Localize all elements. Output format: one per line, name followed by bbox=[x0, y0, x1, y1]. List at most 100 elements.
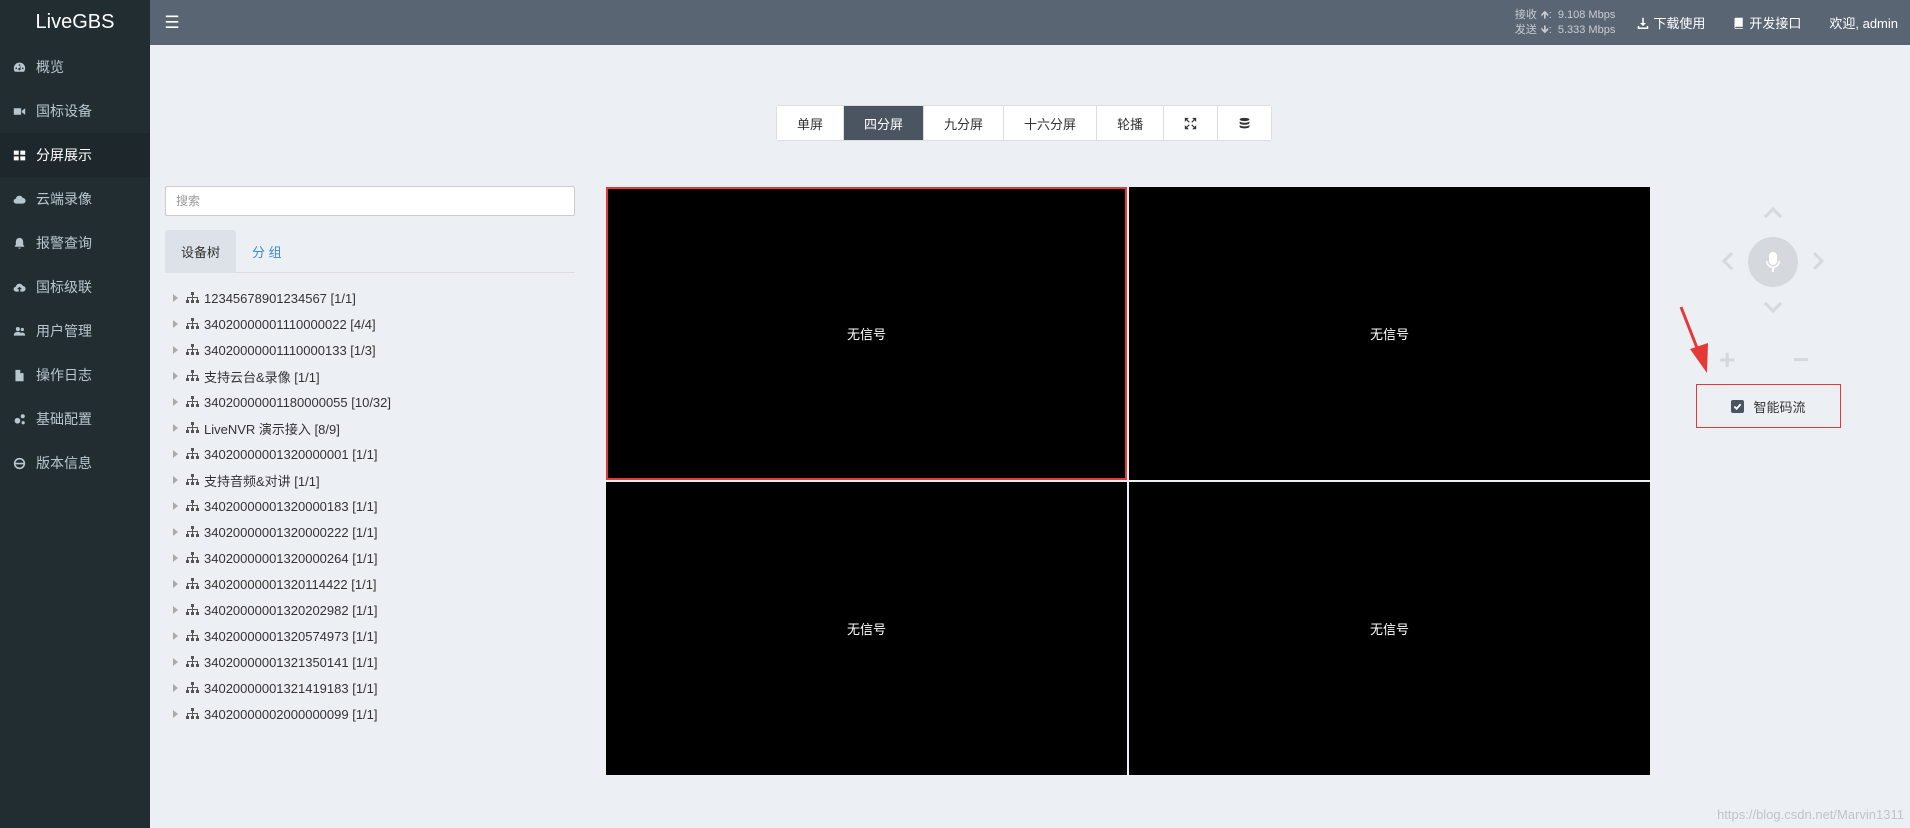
video-cell[interactable]: 无信号 bbox=[1129, 482, 1650, 775]
tree-node[interactable]: 12345678901234567 [1/1] bbox=[173, 285, 391, 311]
app-logo[interactable]: LiveGBS bbox=[0, 0, 150, 45]
globe-icon bbox=[12, 456, 26, 470]
caret-right-icon[interactable] bbox=[173, 450, 178, 458]
sitemap-icon bbox=[186, 682, 199, 694]
nine-screen-button[interactable]: 九分屏 bbox=[924, 106, 1005, 140]
caret-right-icon[interactable] bbox=[173, 424, 178, 432]
tree-node[interactable]: 支持云台&录像 [1/1] bbox=[173, 363, 391, 389]
four-screen-button[interactable]: 四分屏 bbox=[844, 106, 925, 140]
user-welcome[interactable]: 欢迎, admin bbox=[1829, 13, 1898, 32]
ptz-left-icon[interactable] bbox=[1717, 250, 1739, 272]
sidebar-item-label: 云端录像 bbox=[36, 191, 92, 207]
caret-right-icon[interactable] bbox=[173, 658, 178, 666]
sitemap-icon bbox=[186, 344, 199, 356]
tree-node-label: LiveNVR 演示接入 [8/9] bbox=[204, 421, 340, 437]
sidebar-item-overview[interactable]: 概览 bbox=[0, 45, 150, 89]
tree-node[interactable]: 支持音频&对讲 [1/1] bbox=[173, 467, 391, 493]
tree-node[interactable]: 34020000001321350141 [1/1] bbox=[173, 649, 391, 675]
receive-label: 接收 bbox=[1514, 8, 1537, 21]
tree-node-label: 34020000001321419183 [1/1] bbox=[204, 680, 378, 696]
top-header: ☰ 接收 🡹: 9.108 Mbps 发送 🡻: 5.333 Mbps 下载使用… bbox=[150, 0, 1910, 45]
tree-node[interactable]: 34020000001321419183 [1/1] bbox=[173, 675, 391, 701]
sidebar-item-basic-config[interactable]: 基础配置 bbox=[0, 397, 150, 441]
video-cell[interactable]: 无信号 bbox=[606, 187, 1127, 480]
caret-right-icon[interactable] bbox=[173, 346, 178, 354]
sitemap-icon bbox=[186, 422, 199, 434]
carousel-button[interactable]: 轮播 bbox=[1097, 106, 1165, 140]
caret-right-icon[interactable] bbox=[173, 528, 178, 536]
caret-right-icon[interactable] bbox=[173, 554, 178, 562]
fullscreen-button[interactable] bbox=[1164, 106, 1219, 140]
sidebar-item-gb-devices[interactable]: 国标设备 bbox=[0, 89, 150, 133]
single-screen-button[interactable]: 单屏 bbox=[777, 106, 845, 140]
caret-right-icon[interactable] bbox=[173, 372, 178, 380]
smart-stream-checkbox[interactable]: 智能码流 bbox=[1696, 384, 1841, 428]
receive-rate: 9.108 Mbps bbox=[1557, 8, 1616, 21]
sitemap-icon bbox=[186, 292, 199, 304]
tab-device-tree[interactable]: 设备树 bbox=[165, 230, 237, 273]
sidebar-item-operation-log[interactable]: 操作日志 bbox=[0, 353, 150, 397]
caret-right-icon[interactable] bbox=[173, 606, 178, 614]
zoom-in-button[interactable]: + bbox=[1719, 346, 1735, 374]
tree-node-label: 34020000001320202982 [1/1] bbox=[204, 602, 378, 618]
caret-right-icon[interactable] bbox=[173, 580, 178, 588]
users-icon bbox=[12, 324, 26, 338]
storage-button[interactable] bbox=[1218, 106, 1272, 140]
tree-node-label: 12345678901234567 [1/1] bbox=[204, 290, 356, 306]
send-label: 发送 bbox=[1514, 23, 1537, 36]
sidebar-item-alarm-query[interactable]: 报警查询 bbox=[0, 221, 150, 265]
tree-node-label: 34020000001180000055 [10/32] bbox=[204, 394, 392, 410]
tree-node[interactable]: 34020000001110000133 [1/3] bbox=[173, 337, 391, 363]
sidebar-item-label: 分屏展示 bbox=[36, 147, 92, 163]
ptz-up-icon[interactable] bbox=[1762, 202, 1784, 224]
ptz-right-icon[interactable] bbox=[1807, 250, 1829, 272]
hamburger-icon[interactable]: ☰ bbox=[150, 0, 194, 45]
video-cell[interactable]: 无信号 bbox=[606, 482, 1127, 775]
sitemap-icon bbox=[186, 474, 199, 486]
sidebar-item-label: 国标设备 bbox=[36, 103, 92, 119]
video-cell[interactable]: 无信号 bbox=[1129, 187, 1650, 480]
database-icon bbox=[1239, 117, 1250, 128]
grid-icon bbox=[12, 148, 26, 162]
ptz-down-icon[interactable] bbox=[1762, 296, 1784, 318]
tree-node[interactable]: 34020000001320000222 [1/1] bbox=[173, 519, 391, 545]
sixteen-screen-button[interactable]: 十六分屏 bbox=[1004, 106, 1098, 140]
microphone-icon[interactable] bbox=[1748, 237, 1798, 287]
tree-node[interactable]: 34020000001320114422 [1/1] bbox=[173, 571, 391, 597]
arrow-down-icon: 🡻: bbox=[1540, 23, 1552, 36]
tree-node[interactable]: 34020000001320000001 [1/1] bbox=[173, 441, 391, 467]
smart-stream-label: 智能码流 bbox=[1753, 399, 1806, 415]
tree-node[interactable]: 34020000001320000264 [1/1] bbox=[173, 545, 391, 571]
tab-group[interactable]: 分 组 bbox=[236, 230, 298, 273]
caret-right-icon[interactable] bbox=[173, 294, 178, 302]
send-rate: 5.333 Mbps bbox=[1557, 23, 1616, 36]
sidebar-item-version-info[interactable]: 版本信息 bbox=[0, 441, 150, 485]
tree-node[interactable]: 34020000001110000022 [4/4] bbox=[173, 311, 391, 337]
caret-right-icon[interactable] bbox=[173, 632, 178, 640]
sidebar-item-cloud-recording[interactable]: 云端录像 bbox=[0, 177, 150, 221]
caret-right-icon[interactable] bbox=[173, 502, 178, 510]
tree-node-label: 34020000001110000022 [4/4] bbox=[204, 316, 376, 332]
caret-right-icon[interactable] bbox=[173, 320, 178, 328]
tree-node[interactable]: 34020000001320000183 [1/1] bbox=[173, 493, 391, 519]
caret-right-icon[interactable] bbox=[173, 684, 178, 692]
sidebar-item-split-screen[interactable]: 分屏展示 bbox=[0, 133, 150, 177]
zoom-out-button[interactable]: − bbox=[1793, 346, 1809, 374]
tree-node[interactable]: 34020000002000000099 [1/1] bbox=[173, 701, 391, 727]
tree-node-label: 34020000001321350141 [1/1] bbox=[204, 654, 378, 670]
caret-right-icon[interactable] bbox=[173, 398, 178, 406]
caret-right-icon[interactable] bbox=[173, 476, 178, 484]
download-link[interactable]: 下载使用 bbox=[1637, 13, 1705, 32]
ptz-control: + − bbox=[1705, 200, 1845, 374]
sitemap-icon bbox=[186, 318, 199, 330]
tree-node[interactable]: LiveNVR 演示接入 [8/9] bbox=[173, 415, 391, 441]
sidebar-item-gb-cascade[interactable]: 国标级联 bbox=[0, 265, 150, 309]
sitemap-icon bbox=[186, 526, 199, 538]
tree-node[interactable]: 34020000001320202982 [1/1] bbox=[173, 597, 391, 623]
caret-right-icon[interactable] bbox=[173, 710, 178, 718]
api-link[interactable]: 开发接口 bbox=[1733, 13, 1801, 32]
tree-node[interactable]: 34020000001180000055 [10/32] bbox=[173, 389, 391, 415]
search-input[interactable] bbox=[165, 186, 575, 216]
tree-node[interactable]: 34020000001320574973 [1/1] bbox=[173, 623, 391, 649]
sidebar-item-user-management[interactable]: 用户管理 bbox=[0, 309, 150, 353]
